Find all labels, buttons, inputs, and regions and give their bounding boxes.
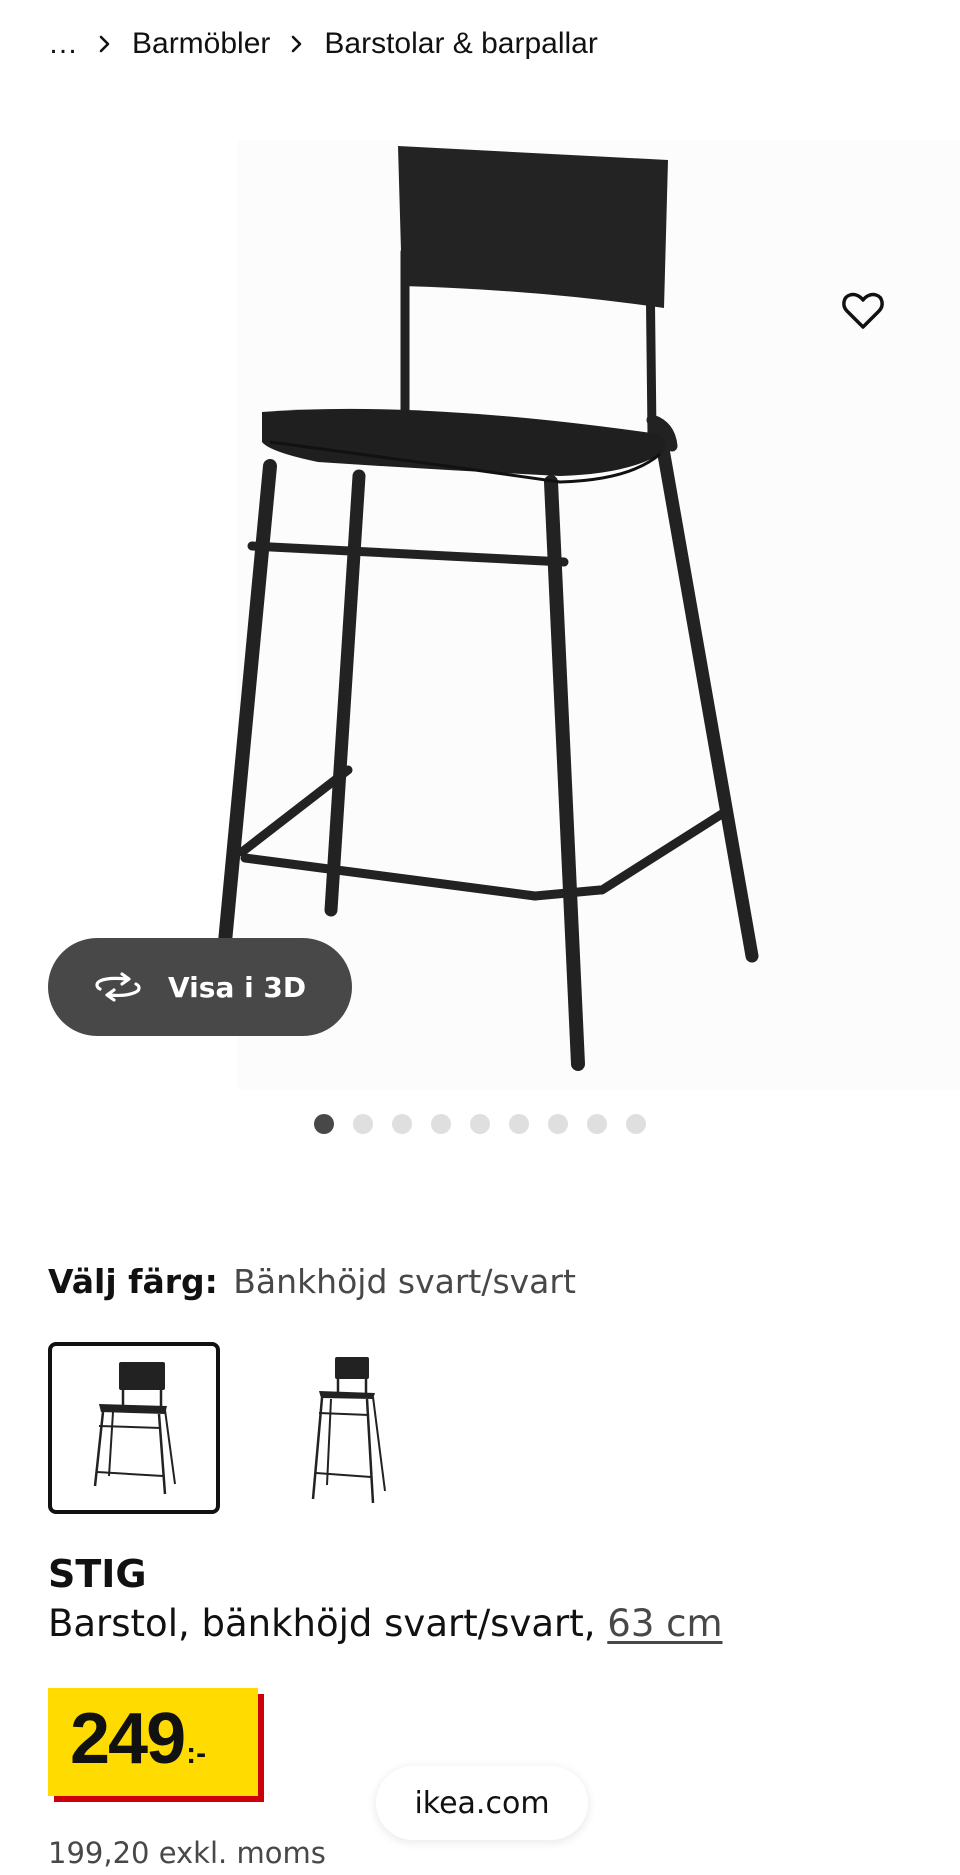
variant-thumbnail — [93, 1362, 176, 1495]
variant-bankhojd-svart[interactable] — [48, 1342, 220, 1514]
price-ex-vat: 199,20 exkl. moms — [48, 1836, 326, 1870]
price-currency: :- — [186, 1737, 207, 1770]
color-variants — [48, 1342, 432, 1514]
carousel-dot[interactable] — [548, 1114, 568, 1134]
carousel-dot[interactable] — [626, 1114, 646, 1134]
breadcrumb-ellipsis[interactable]: … — [48, 27, 78, 61]
carousel-dot[interactable] — [314, 1114, 334, 1134]
breadcrumb-item-barstolar[interactable]: Barstolar & barpallar — [324, 27, 597, 61]
carousel-dot[interactable] — [587, 1114, 607, 1134]
price-tag: 249 :- — [48, 1688, 258, 1796]
carousel-dot[interactable] — [470, 1114, 490, 1134]
carousel-dot[interactable] — [431, 1114, 451, 1134]
breadcrumb-item-barmobler[interactable]: Barmöbler — [132, 27, 270, 61]
view-in-3d-button[interactable]: Visa i 3D — [48, 938, 352, 1036]
chevron-right-icon — [290, 34, 304, 54]
carousel-dots — [314, 1114, 646, 1134]
carousel-dot[interactable] — [353, 1114, 373, 1134]
product-description-text: Barstol, bänkhöjd svart/svart, — [48, 1602, 596, 1645]
rotate-3d-icon — [95, 972, 141, 1002]
product-description: Barstol, bänkhöjd svart/svart, 63 cm — [48, 1602, 723, 1645]
price-amount: 249 — [70, 1699, 186, 1779]
product-brand: STIG — [48, 1552, 147, 1596]
browser-url-pill[interactable]: ikea.com — [376, 1766, 588, 1840]
size-link[interactable]: 63 cm — [607, 1602, 722, 1645]
breadcrumb: … Barmöbler Barstolar & barpallar — [48, 22, 598, 66]
color-selector-heading: Välj färg: Bänkhöjd svart/svart — [48, 1262, 576, 1302]
color-value: Bänkhöjd svart/svart — [233, 1262, 576, 1301]
carousel-dot[interactable] — [509, 1114, 529, 1134]
favorite-button[interactable] — [838, 286, 888, 336]
view-in-3d-label: Visa i 3D — [168, 970, 307, 1004]
color-label: Välj färg: — [48, 1262, 218, 1301]
chevron-right-icon — [98, 34, 112, 54]
carousel-dot[interactable] — [392, 1114, 412, 1134]
heart-outline-icon — [842, 292, 884, 329]
variant-barhojd-svart[interactable] — [260, 1342, 432, 1514]
variant-thumbnail — [311, 1357, 386, 1503]
